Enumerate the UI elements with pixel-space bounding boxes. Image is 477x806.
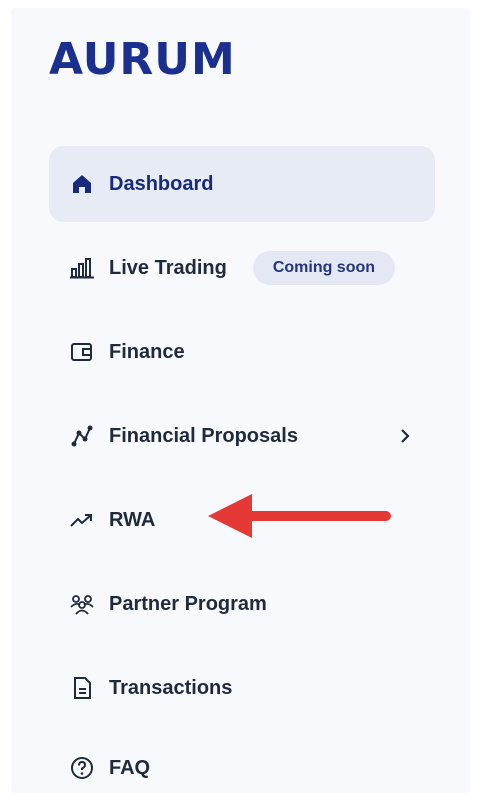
wallet-icon	[69, 339, 95, 365]
sidebar-item-transactions[interactable]: Transactions	[49, 650, 435, 726]
sidebar-item-label: Finance	[109, 340, 185, 363]
trending-up-icon	[69, 507, 95, 533]
aurum-logo[interactable]: AURUM	[49, 38, 236, 82]
sidebar-item-partner-program[interactable]: Partner Program	[49, 566, 435, 642]
sidebar-item-faq[interactable]: FAQ	[49, 730, 435, 806]
file-icon	[69, 675, 95, 701]
annotation-arrow	[208, 494, 391, 538]
sidebar-item-label: Dashboard	[109, 172, 214, 195]
sidebar-item-label: RWA	[109, 508, 156, 531]
sidebar-item-dashboard[interactable]: Dashboard	[49, 146, 435, 222]
chevron-right-icon[interactable]	[397, 428, 413, 444]
sidebar-item-finance[interactable]: Finance	[49, 314, 435, 390]
users-icon	[69, 591, 95, 617]
sidebar-item-label: FAQ	[109, 756, 151, 779]
sidebar-item-label: Live Trading	[109, 256, 227, 279]
bar-chart-icon	[69, 255, 95, 281]
sidebar-item-label: Partner Program	[109, 592, 267, 615]
sidebar-item-live-trading[interactable]: Live Trading Coming soon	[49, 230, 435, 306]
sidebar: AURUM Dashboard Live Trading Coming soon	[11, 8, 470, 793]
coming-soon-badge: Coming soon	[252, 251, 396, 285]
sidebar-item-label: Financial Proposals	[109, 424, 298, 447]
nodes-icon	[69, 423, 95, 449]
help-circle-icon	[69, 755, 95, 781]
home-icon	[69, 171, 95, 197]
sidebar-item-financial-proposals[interactable]: Financial Proposals	[49, 398, 435, 474]
sidebar-item-label: Transactions	[109, 676, 233, 699]
